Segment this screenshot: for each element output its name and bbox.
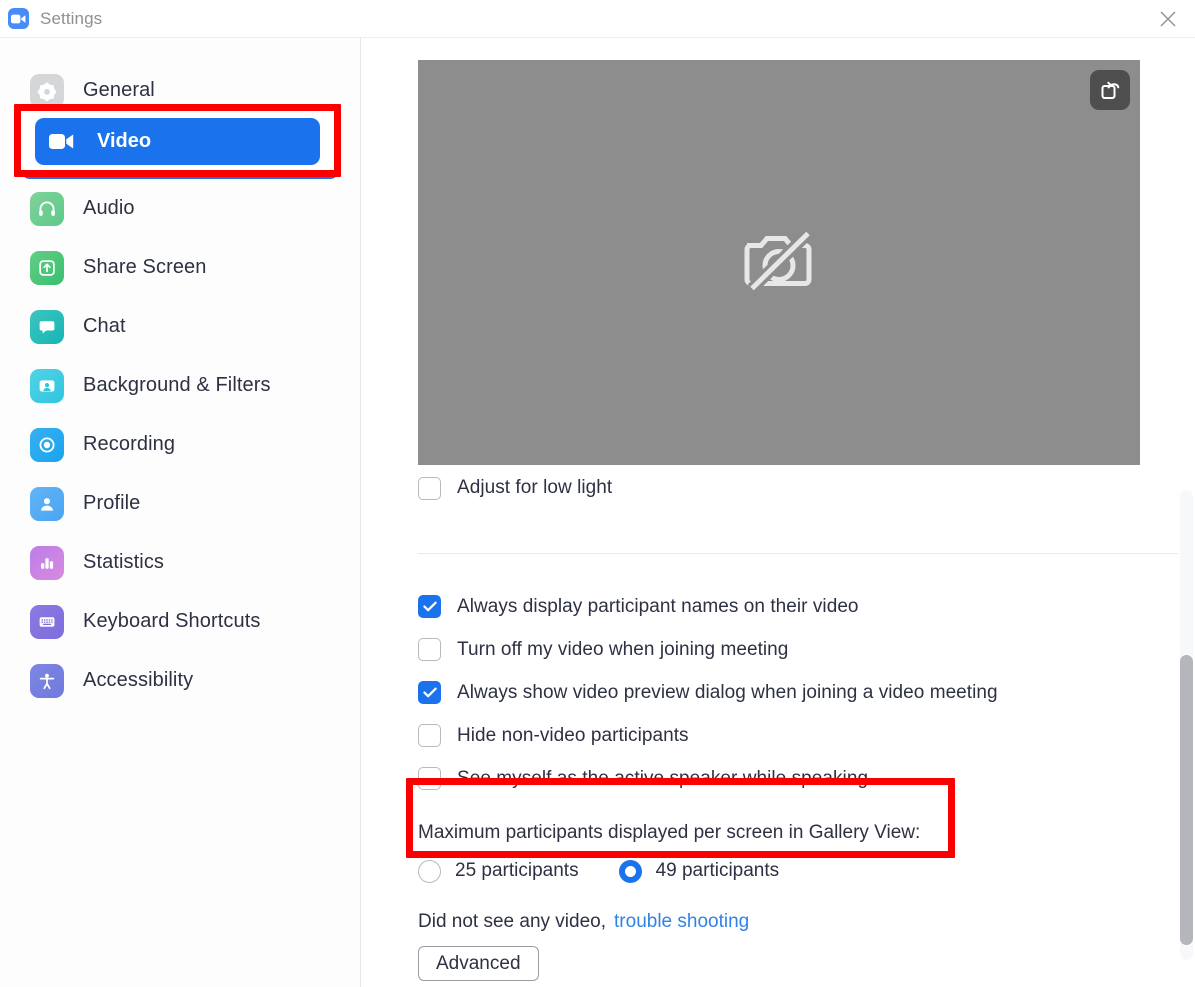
- gallery-view-group: Maximum participants displayed per scree…: [418, 818, 978, 889]
- settings-window: Settings General: [0, 0, 1195, 987]
- option-adjust-for-low-light[interactable]: Adjust for low light: [418, 473, 612, 503]
- sidebar-item-label: Profile: [83, 492, 140, 515]
- sidebar-item-chat[interactable]: Chat: [21, 297, 339, 356]
- radio-label: 49 participants: [656, 860, 780, 882]
- advanced-button[interactable]: Advanced: [418, 946, 539, 981]
- sidebar-item-label: Keyboard Shortcuts: [83, 610, 260, 633]
- gear-icon: [30, 74, 64, 108]
- keyboard-icon: [30, 605, 64, 639]
- zoom-camera-icon: [8, 8, 29, 29]
- option-always-display-participant-names[interactable]: Always display participant names on thei…: [418, 585, 1178, 628]
- option-label: See myself as the active speaker while s…: [457, 768, 868, 790]
- person-icon: [30, 487, 64, 521]
- chat-bubble-icon: [30, 310, 64, 344]
- settings-scroll-area: Adjust for low light Always display part…: [362, 465, 1195, 987]
- sidebar-item-recording[interactable]: Recording: [21, 415, 339, 474]
- option-label: Adjust for low light: [457, 477, 612, 499]
- bar-chart-icon: [30, 546, 64, 580]
- sidebar-item-label: Share Screen: [83, 256, 207, 279]
- checkbox-unchecked-icon[interactable]: [418, 477, 441, 500]
- troubleshooting-line: Did not see any video, trouble shooting: [418, 911, 749, 933]
- sidebar-item-label: Video: [83, 138, 138, 161]
- sidebar-item-label: Recording: [83, 433, 175, 456]
- title-bar: Settings: [0, 0, 1195, 38]
- sidebar-item-accessibility[interactable]: Accessibility: [21, 651, 339, 710]
- troubleshooting-text: Did not see any video,: [418, 911, 606, 932]
- radio-49-participants[interactable]: 49 participants: [619, 860, 780, 883]
- close-icon[interactable]: [1141, 0, 1195, 38]
- sidebar-item-keyboard-shortcuts[interactable]: Keyboard Shortcuts: [21, 592, 339, 651]
- sidebar-item-label: Audio: [83, 197, 135, 220]
- sidebar-item-label: Chat: [83, 315, 126, 338]
- section-divider: [418, 553, 1178, 554]
- radio-unselected-icon[interactable]: [418, 860, 441, 883]
- radio-25-participants[interactable]: 25 participants: [418, 860, 579, 883]
- option-always-show-video-preview-dialog[interactable]: Always show video preview dialog when jo…: [418, 671, 1178, 714]
- video-preview: [418, 60, 1140, 465]
- checkbox-unchecked-icon[interactable]: [418, 638, 441, 661]
- gallery-view-title: Maximum participants displayed per scree…: [418, 818, 978, 848]
- troubleshooting-link[interactable]: trouble shooting: [614, 911, 749, 932]
- checkbox-checked-icon[interactable]: [418, 681, 441, 704]
- sidebar-item-label: Accessibility: [83, 669, 193, 692]
- person-card-icon: [30, 369, 64, 403]
- sidebar-item-label: Statistics: [83, 551, 164, 574]
- option-label: Turn off my video when joining meeting: [457, 639, 788, 661]
- option-label: Always display participant names on thei…: [457, 596, 859, 618]
- sidebar-item-audio[interactable]: Audio: [21, 179, 339, 238]
- option-hide-non-video-participants[interactable]: Hide non-video participants: [418, 714, 1178, 757]
- sidebar-item-profile[interactable]: Profile: [21, 474, 339, 533]
- sidebar-item-share-screen[interactable]: Share Screen: [21, 238, 339, 297]
- sidebar-item-label: General: [83, 79, 155, 102]
- sidebar-item-general[interactable]: General: [21, 61, 339, 120]
- scrollbar-thumb[interactable]: [1180, 655, 1193, 945]
- video-settings-panel: Adjust for low light Always display part…: [362, 38, 1195, 987]
- video-options-list: Always display participant names on thei…: [418, 585, 1178, 800]
- video-icon: [30, 133, 64, 167]
- headphones-icon: [30, 192, 64, 226]
- record-icon: [30, 428, 64, 462]
- sidebar-item-statistics[interactable]: Statistics: [21, 533, 339, 592]
- option-label: Hide non-video participants: [457, 725, 689, 747]
- accessibility-icon: [30, 664, 64, 698]
- radio-label: 25 participants: [455, 860, 579, 882]
- sidebar: General Video Audio: [0, 38, 361, 987]
- upload-icon: [30, 251, 64, 285]
- rotate-camera-icon[interactable]: [1090, 70, 1130, 110]
- option-see-myself-as-active-speaker[interactable]: See myself as the active speaker while s…: [418, 757, 1178, 800]
- checkbox-unchecked-icon[interactable]: [418, 724, 441, 747]
- sidebar-item-video[interactable]: Video: [21, 120, 339, 179]
- gallery-view-radio-group: 25 participants 49 participants: [418, 853, 978, 889]
- sidebar-item-label: Background & Filters: [83, 374, 271, 397]
- sidebar-item-background-filters[interactable]: Background & Filters: [21, 356, 339, 415]
- camera-off-icon: [740, 227, 818, 298]
- checkbox-unchecked-icon[interactable]: [418, 767, 441, 790]
- checkbox-checked-icon[interactable]: [418, 595, 441, 618]
- option-label: Always show video preview dialog when jo…: [457, 682, 998, 704]
- option-turn-off-my-video-when-joining[interactable]: Turn off my video when joining meeting: [418, 628, 1178, 671]
- radio-selected-icon[interactable]: [619, 860, 642, 883]
- page-title: Settings: [40, 9, 102, 29]
